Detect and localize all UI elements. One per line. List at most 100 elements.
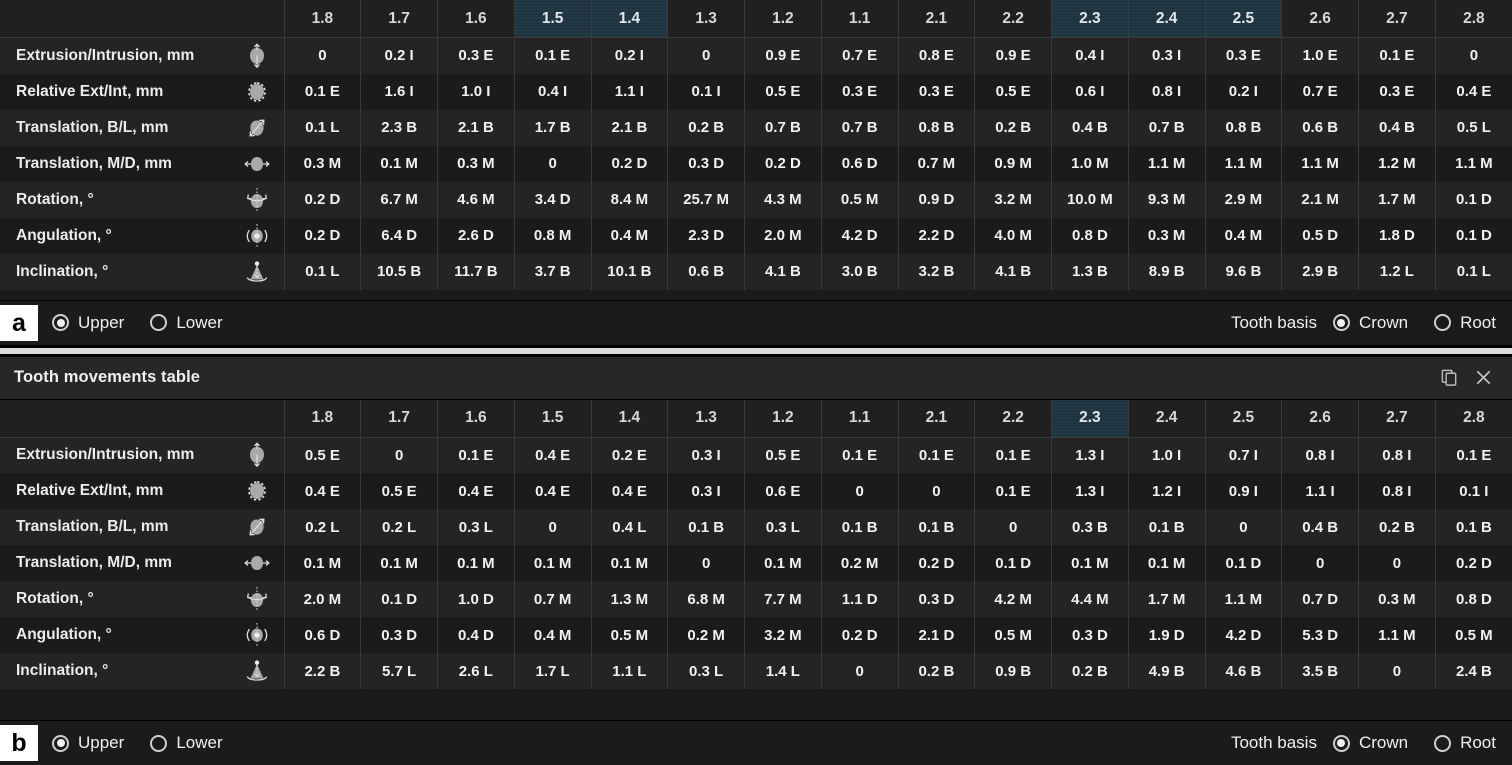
- column-header-2.8[interactable]: 2.8: [1434, 0, 1512, 38]
- cell-1.5[interactable]: 0: [513, 509, 591, 546]
- cell-2.1[interactable]: 0.3 E: [897, 73, 975, 110]
- cell-2.4[interactable]: 1.1 M: [1127, 145, 1205, 182]
- cell-2.2[interactable]: 0.1 E: [974, 437, 1052, 474]
- cell-1.6[interactable]: 0.3 E: [437, 37, 515, 74]
- column-header-1.4[interactable]: 1.4: [590, 0, 668, 38]
- cell-2.6[interactable]: 3.5 B: [1281, 653, 1359, 690]
- cell-2.5[interactable]: 9.6 B: [1204, 253, 1282, 290]
- cell-1.1[interactable]: 0.6 D: [820, 145, 898, 182]
- cell-1.4[interactable]: 2.1 B: [590, 109, 668, 146]
- cell-1.3[interactable]: 6.8 M: [667, 581, 745, 618]
- tooth-basis-radio-root[interactable]: Root: [1434, 733, 1496, 753]
- cell-1.5[interactable]: 0.7 M: [513, 581, 591, 618]
- column-header-1.8[interactable]: 1.8: [283, 0, 361, 38]
- cell-2.3[interactable]: 0.2 B: [1051, 653, 1129, 690]
- cell-2.5[interactable]: 2.9 M: [1204, 181, 1282, 218]
- cell-2.4[interactable]: 0.1 M: [1127, 545, 1205, 582]
- cell-1.5[interactable]: 0.4 I: [513, 73, 591, 110]
- tooth-basis-radio-crown[interactable]: Crown: [1332, 313, 1408, 333]
- cell-1.6[interactable]: 0.1 M: [437, 545, 515, 582]
- cell-2.4[interactable]: 0.3 M: [1127, 217, 1205, 254]
- cell-1.4[interactable]: 0.4 L: [590, 509, 668, 546]
- cell-1.6[interactable]: 0.4 E: [437, 473, 515, 510]
- cell-2.6[interactable]: 1.0 E: [1281, 37, 1359, 74]
- arch-radio-upper[interactable]: Upper: [52, 733, 124, 753]
- cell-2.4[interactable]: 0.1 B: [1127, 509, 1205, 546]
- cell-2.3[interactable]: 0.6 I: [1051, 73, 1129, 110]
- cell-2.4[interactable]: 4.9 B: [1127, 653, 1205, 690]
- cell-2.6[interactable]: 0.7 D: [1281, 581, 1359, 618]
- cell-1.4[interactable]: 0.4 M: [590, 217, 668, 254]
- cell-2.5[interactable]: 0.3 E: [1204, 37, 1282, 74]
- cell-1.3[interactable]: 0.3 I: [667, 437, 745, 474]
- cell-2.3[interactable]: 4.4 M: [1051, 581, 1129, 618]
- column-header-1.1[interactable]: 1.1: [820, 399, 898, 438]
- cell-1.7[interactable]: 0.1 M: [360, 545, 438, 582]
- cell-1.1[interactable]: 0.7 B: [820, 109, 898, 146]
- cell-1.6[interactable]: 0.3 M: [437, 145, 515, 182]
- cell-1.6[interactable]: 2.1 B: [437, 109, 515, 146]
- cell-1.4[interactable]: 1.1 I: [590, 73, 668, 110]
- cell-1.3[interactable]: 0.6 B: [667, 253, 745, 290]
- column-header-1.1[interactable]: 1.1: [820, 0, 898, 38]
- cell-1.4[interactable]: 1.3 M: [590, 581, 668, 618]
- cell-1.6[interactable]: 1.0 I: [437, 73, 515, 110]
- cell-1.5[interactable]: 0.4 E: [513, 473, 591, 510]
- cell-2.5[interactable]: 0.4 M: [1204, 217, 1282, 254]
- tooth-basis-radio-crown[interactable]: Crown: [1332, 733, 1408, 753]
- cell-2.1[interactable]: 2.1 D: [897, 617, 975, 654]
- cell-1.7[interactable]: 0: [360, 437, 438, 474]
- cell-1.7[interactable]: 10.5 B: [360, 253, 438, 290]
- cell-2.7[interactable]: 1.2 L: [1358, 253, 1436, 290]
- cell-2.6[interactable]: 1.1 M: [1281, 145, 1359, 182]
- column-header-2.4[interactable]: 2.4: [1127, 0, 1205, 38]
- cell-1.5[interactable]: 0.1 E: [513, 37, 591, 74]
- cell-1.6[interactable]: 11.7 B: [437, 253, 515, 290]
- cell-2.2[interactable]: 0.2 B: [974, 109, 1052, 146]
- cell-1.6[interactable]: 0.4 D: [437, 617, 515, 654]
- cell-1.3[interactable]: 2.3 D: [667, 217, 745, 254]
- cell-2.6[interactable]: 0.4 B: [1281, 509, 1359, 546]
- cell-2.1[interactable]: 0.1 E: [897, 437, 975, 474]
- cell-1.3[interactable]: 0.1 I: [667, 73, 745, 110]
- cell-1.8[interactable]: 2.0 M: [283, 581, 361, 618]
- cell-2.6[interactable]: 0: [1281, 545, 1359, 582]
- cell-2.7[interactable]: 0.2 B: [1358, 509, 1436, 546]
- cell-2.7[interactable]: 0.8 I: [1358, 437, 1436, 474]
- cell-2.3[interactable]: 1.0 M: [1051, 145, 1129, 182]
- cell-1.4[interactable]: 0.2 D: [590, 145, 668, 182]
- cell-2.8[interactable]: 0: [1434, 37, 1512, 74]
- cell-1.7[interactable]: 0.2 I: [360, 37, 438, 74]
- cell-2.2[interactable]: 0.9 B: [974, 653, 1052, 690]
- cell-2.8[interactable]: 0.8 D: [1434, 581, 1512, 618]
- cell-2.1[interactable]: 2.2 D: [897, 217, 975, 254]
- cell-2.5[interactable]: 1.1 M: [1204, 145, 1282, 182]
- cell-1.2[interactable]: 4.3 M: [744, 181, 822, 218]
- cell-2.1[interactable]: 0: [897, 473, 975, 510]
- cell-2.7[interactable]: 0: [1358, 653, 1436, 690]
- column-header-1.3[interactable]: 1.3: [667, 0, 745, 38]
- cell-1.3[interactable]: 0: [667, 37, 745, 74]
- cell-2.5[interactable]: 0: [1204, 509, 1282, 546]
- cell-2.7[interactable]: 1.7 M: [1358, 181, 1436, 218]
- cell-1.5[interactable]: 0.8 M: [513, 217, 591, 254]
- cell-2.8[interactable]: 0.4 E: [1434, 73, 1512, 110]
- cell-1.7[interactable]: 5.7 L: [360, 653, 438, 690]
- column-header-1.6[interactable]: 1.6: [437, 399, 515, 438]
- cell-2.1[interactable]: 0.2 D: [897, 545, 975, 582]
- cell-1.1[interactable]: 0: [820, 473, 898, 510]
- cell-2.5[interactable]: 1.1 M: [1204, 581, 1282, 618]
- cell-1.3[interactable]: 0.3 L: [667, 653, 745, 690]
- arch-radio-lower[interactable]: Lower: [150, 313, 223, 333]
- cell-1.7[interactable]: 6.4 D: [360, 217, 438, 254]
- column-header-1.3[interactable]: 1.3: [667, 399, 745, 438]
- cell-2.4[interactable]: 0.3 I: [1127, 37, 1205, 74]
- cell-2.8[interactable]: 0.2 D: [1434, 545, 1512, 582]
- column-header-1.8[interactable]: 1.8: [283, 399, 361, 438]
- cell-2.7[interactable]: 0.4 B: [1358, 109, 1436, 146]
- cell-1.2[interactable]: 0.7 B: [744, 109, 822, 146]
- column-header-1.2[interactable]: 1.2: [744, 0, 822, 38]
- cell-1.8[interactable]: 2.2 B: [283, 653, 361, 690]
- cell-1.4[interactable]: 0.2 I: [590, 37, 668, 74]
- column-header-1.5[interactable]: 1.5: [513, 399, 591, 438]
